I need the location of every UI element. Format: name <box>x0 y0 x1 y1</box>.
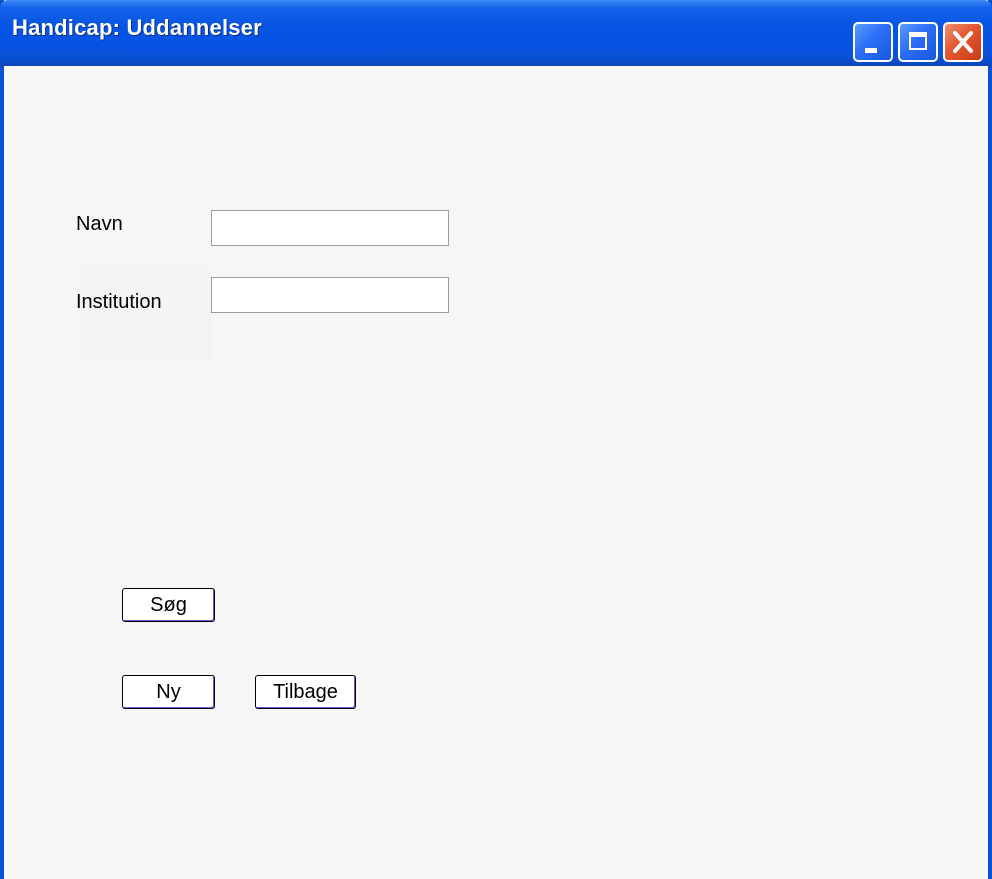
new-button[interactable]: Ny <box>122 675 215 709</box>
title-bar[interactable]: Handicap: Uddannelser <box>0 0 992 66</box>
minimize-button[interactable] <box>853 22 893 62</box>
maximize-button[interactable] <box>898 22 938 62</box>
app-window: Handicap: Uddannelser Navn Institution S… <box>0 0 992 879</box>
navn-label: Navn <box>76 213 123 235</box>
navn-input[interactable] <box>211 210 449 246</box>
search-button[interactable]: Søg <box>122 588 215 622</box>
window-title: Handicap: Uddannelser <box>12 15 262 40</box>
back-button[interactable]: Tilbage <box>255 675 356 709</box>
institution-label: Institution <box>76 291 162 313</box>
institution-input[interactable] <box>211 277 449 313</box>
close-icon <box>953 31 973 53</box>
close-button[interactable] <box>943 22 983 62</box>
maximize-icon <box>909 32 927 50</box>
minimize-icon <box>865 48 877 53</box>
